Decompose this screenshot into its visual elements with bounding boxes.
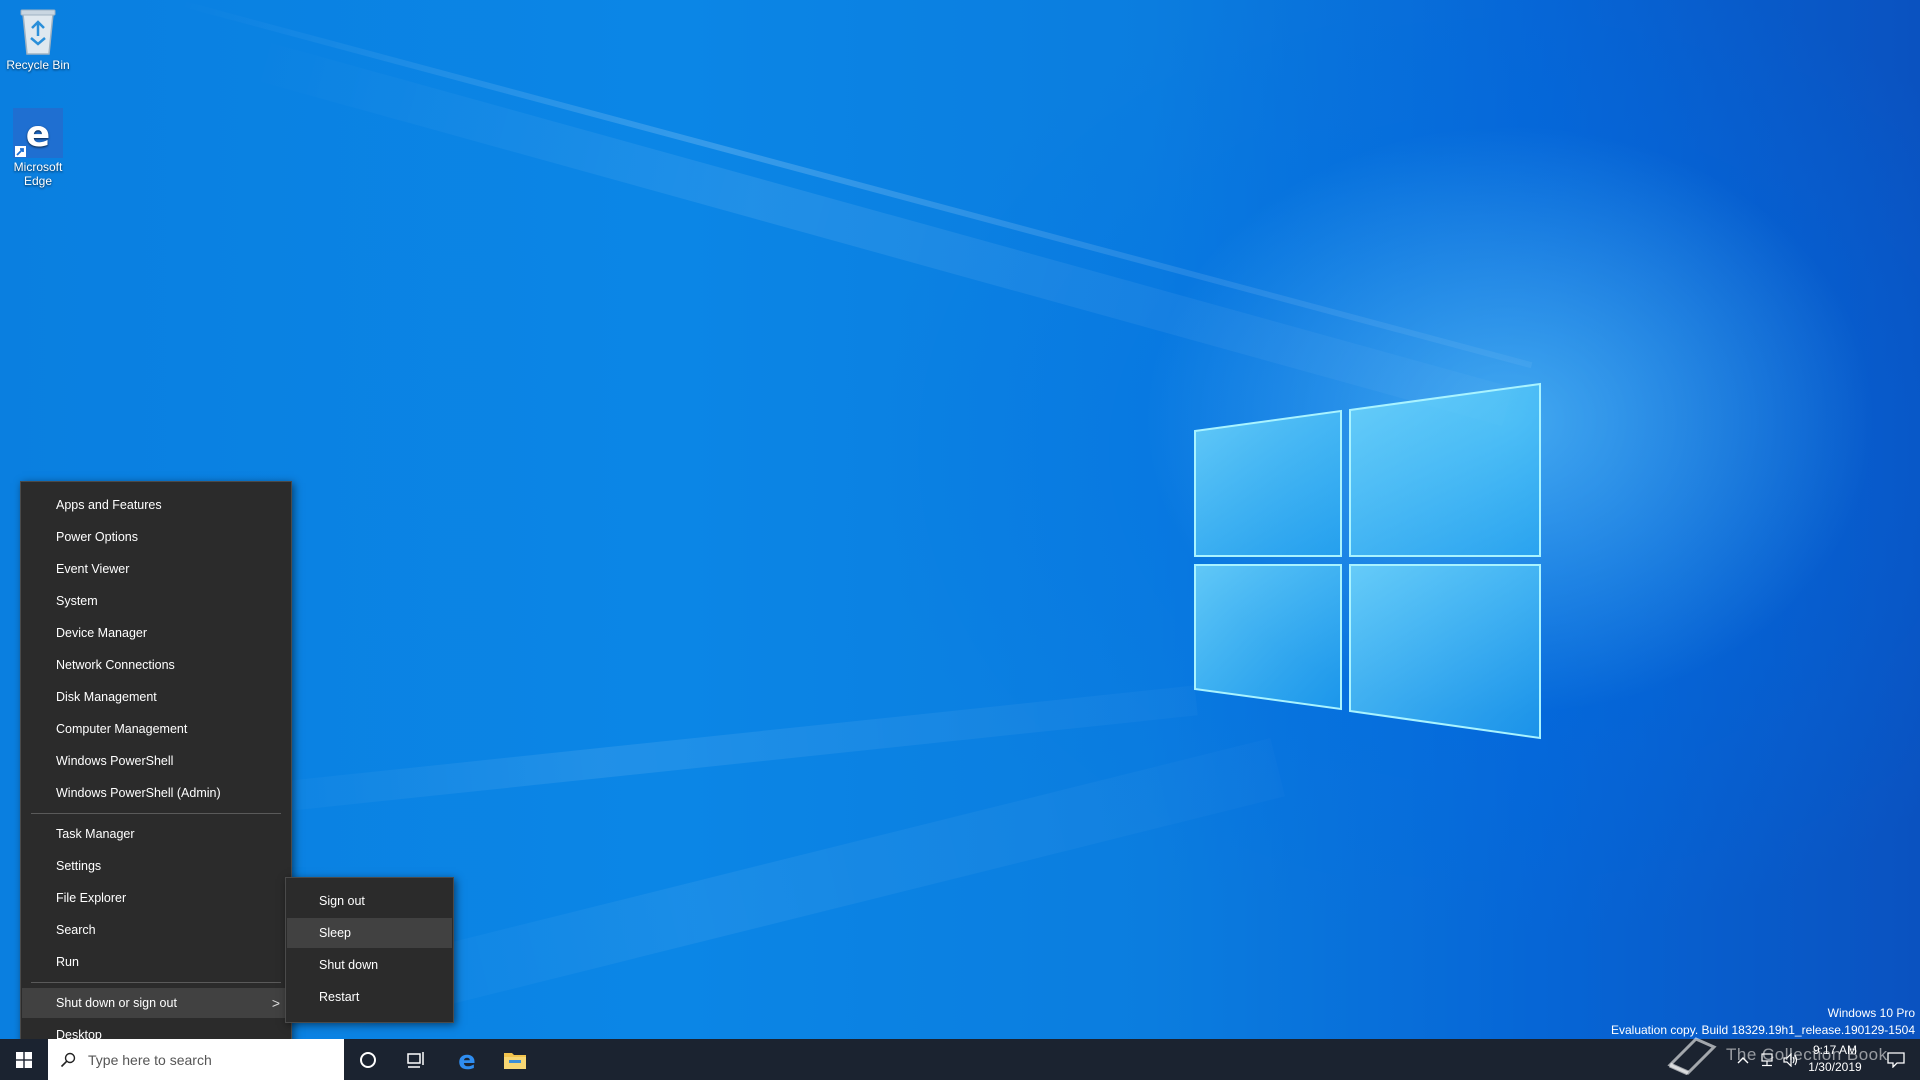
edge-icon: e bbox=[458, 1048, 476, 1072]
menu-item-event-viewer[interactable]: Event Viewer bbox=[22, 554, 290, 584]
cortana-circle-icon bbox=[360, 1051, 376, 1068]
menu-item-run[interactable]: Run bbox=[22, 947, 290, 977]
menu-item-device-manager[interactable]: Device Manager bbox=[22, 618, 290, 648]
svg-text:e: e bbox=[458, 1048, 476, 1072]
recycle-bin-shortcut[interactable]: Recycle Bin bbox=[0, 6, 76, 72]
menu-item-shut-down-or-sign-out[interactable]: Shut down or sign out > bbox=[22, 988, 290, 1018]
folder-icon bbox=[504, 1052, 526, 1069]
book-icon bbox=[1667, 1037, 1717, 1075]
search-placeholder: Type here to search bbox=[88, 1051, 212, 1068]
notification-icon bbox=[1887, 1051, 1905, 1068]
edge-label: Microsoft Edge bbox=[13, 160, 63, 188]
menu-item-windows-powershell-admin[interactable]: Windows PowerShell (Admin) bbox=[22, 778, 290, 808]
start-button[interactable] bbox=[0, 1039, 48, 1080]
menu-item-task-manager[interactable]: Task Manager bbox=[22, 819, 290, 849]
recycle-bin-label: Recycle Bin bbox=[6, 58, 70, 72]
windows-start-icon bbox=[16, 1051, 32, 1068]
menu-item-settings[interactable]: Settings bbox=[22, 851, 290, 881]
menu-item-file-explorer[interactable]: File Explorer bbox=[22, 883, 290, 913]
menu-item-computer-management[interactable]: Computer Management bbox=[22, 714, 290, 744]
search-icon bbox=[60, 1052, 76, 1067]
recycle-bin-icon bbox=[20, 9, 56, 55]
light-beam bbox=[249, 40, 1513, 426]
watermark-text: The Collection Book bbox=[1726, 1045, 1888, 1064]
submenu-item-shut-down[interactable]: Shut down bbox=[287, 950, 452, 980]
menu-item-system[interactable]: System bbox=[22, 586, 290, 616]
menu-item-power-options[interactable]: Power Options bbox=[22, 522, 290, 552]
submenu-item-sign-out[interactable]: Sign out bbox=[287, 886, 452, 916]
build-watermark: Windows 10 Pro Evaluation copy. Build 18… bbox=[1611, 1005, 1915, 1039]
menu-item-search[interactable]: Search bbox=[22, 915, 290, 945]
taskbar-search-box[interactable]: Type here to search bbox=[48, 1039, 344, 1080]
light-beam bbox=[178, 0, 1533, 369]
taskbar-edge-button[interactable]: e bbox=[445, 1039, 489, 1080]
power-submenu: Sign out Sleep Shut down Restart bbox=[285, 877, 454, 1023]
menu-separator bbox=[31, 813, 281, 814]
edge-shortcut[interactable]: e Microsoft Edge bbox=[0, 108, 76, 188]
menu-item-network-connections[interactable]: Network Connections bbox=[22, 650, 290, 680]
edition-text: Windows 10 Pro bbox=[1827, 1006, 1915, 1020]
taskbar-file-explorer-button[interactable] bbox=[493, 1039, 537, 1080]
menu-item-apps-and-features[interactable]: Apps and Features bbox=[22, 490, 290, 520]
cortana-button[interactable] bbox=[347, 1039, 389, 1080]
collection-book-watermark: The Collection Book bbox=[1666, 1035, 1888, 1075]
menu-item-label: Shut down or sign out bbox=[56, 996, 177, 1010]
svg-text:e: e bbox=[26, 114, 50, 155]
menu-separator bbox=[31, 982, 281, 983]
windows-logo-wallpaper bbox=[1194, 382, 1541, 740]
submenu-item-restart[interactable]: Restart bbox=[287, 982, 452, 1012]
edge-icon: e bbox=[13, 108, 63, 158]
chevron-right-icon: > bbox=[271, 995, 280, 1011]
taskbar: Type here to search e 9:17 AM 1/30/2019 bbox=[0, 1039, 1920, 1080]
menu-item-windows-powershell[interactable]: Windows PowerShell bbox=[22, 746, 290, 776]
submenu-item-sleep[interactable]: Sleep bbox=[287, 918, 452, 948]
winx-quick-link-menu: Apps and Features Power Options Event Vi… bbox=[20, 481, 292, 1061]
task-view-icon bbox=[407, 1051, 424, 1068]
task-view-button[interactable] bbox=[396, 1039, 438, 1080]
menu-item-disk-management[interactable]: Disk Management bbox=[22, 682, 290, 712]
